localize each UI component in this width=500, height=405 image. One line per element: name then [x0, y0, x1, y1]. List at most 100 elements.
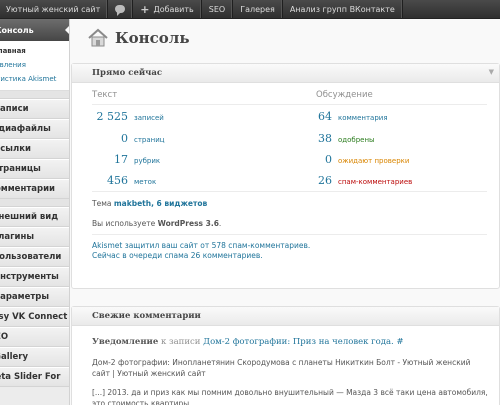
content-row-tags[interactable]: 456 меток	[92, 174, 156, 187]
menu-tools-label: Инструменты	[0, 272, 59, 282]
gallery-label: Галерея	[240, 4, 275, 14]
dashboard-submenu: Главная Обновления Статистика Akismet	[0, 41, 69, 91]
collapse-arrow-icon[interactable]: ▼	[489, 68, 494, 76]
discussion-row-comments[interactable]: 64 комментария	[292, 110, 388, 123]
tags-label[interactable]: меток	[134, 178, 156, 186]
menu-links-label: Ссылки	[0, 144, 31, 154]
divider	[92, 104, 487, 105]
content-row-posts[interactable]: 2 525 записей	[92, 110, 164, 123]
menu-users[interactable]: Пользователи	[0, 247, 69, 267]
menu-dashboard[interactable]: Консоль	[0, 19, 69, 41]
menu-comments[interactable]: Комментарии	[0, 179, 69, 199]
menu-seo[interactable]: SEO	[0, 327, 69, 347]
pending-count[interactable]: 0	[292, 153, 332, 166]
discussion-row-pending[interactable]: 0 ожидают проверки	[292, 153, 409, 166]
menu-appearance[interactable]: Внешний вид	[0, 207, 69, 227]
menu-tools[interactable]: Инструменты	[0, 267, 69, 287]
recent-comments-header[interactable]: Свежие комментарии	[72, 307, 499, 326]
posts-label[interactable]: записей	[134, 114, 164, 122]
posts-count[interactable]: 2 525	[92, 110, 129, 123]
menu-media[interactable]: Медиафайлы	[0, 119, 69, 139]
adminbar-add-new[interactable]: + Добавить	[133, 0, 202, 18]
theme-widgets-link[interactable]: , 6 виджетов	[151, 199, 207, 208]
adminbar-comments[interactable]	[108, 0, 134, 18]
version-suffix: .	[218, 219, 222, 228]
admin-bar: Уютный женский сайт + Добавить SEO Галер…	[0, 0, 500, 19]
akismet-info: Akismet защитил ваш сайт от 578 спам-ком…	[92, 241, 310, 261]
menu-easy-vk-connect[interactable]: Easy VK Connect	[0, 307, 69, 327]
wordpress-version: WordPress 3.6	[157, 219, 219, 228]
spam-count[interactable]: 26	[292, 174, 332, 187]
adminbar-vk-analysis[interactable]: Анализ групп ВКонтакте	[283, 0, 403, 18]
comment-type: Уведомление	[92, 337, 159, 347]
spam-label[interactable]: спам-комментариев	[338, 178, 412, 186]
menu-seo-label: SEO	[0, 332, 9, 342]
submenu-updates[interactable]: Обновления	[0, 58, 69, 72]
recent-comments-widget: Свежие комментарии Уведомление к записи …	[71, 306, 500, 405]
pending-label[interactable]: ожидают проверки	[338, 157, 409, 165]
menu-links[interactable]: Ссылки	[0, 139, 69, 159]
menu-settings[interactable]: Параметры	[0, 287, 69, 307]
tags-count[interactable]: 456	[92, 174, 128, 187]
menu-settings-label: Параметры	[0, 292, 50, 302]
discussion-row-spam[interactable]: 26 спам-комментариев	[292, 174, 412, 187]
admin-sidebar: Консоль Главная Обновления Статистика Ak…	[0, 19, 70, 405]
submenu-home[interactable]: Главная	[0, 44, 69, 58]
menu-pages-label: Страницы	[0, 164, 41, 174]
comment-post-link[interactable]: Дом-2 фотографии: Приз на человек года. …	[203, 337, 403, 347]
theme-info: Тема makbeth, 6 виджетов	[92, 199, 207, 208]
menu-appearance-label: Внешний вид	[0, 212, 59, 222]
menu-gallery-label: Gallery	[0, 352, 29, 362]
version-info: Вы используете WordPress 3.6.	[92, 219, 221, 228]
version-prefix: Вы используете	[92, 219, 158, 228]
right-now-title: Прямо сейчас	[92, 68, 163, 78]
adminbar-seo[interactable]: SEO	[202, 0, 234, 18]
divider	[92, 191, 487, 192]
menu-plugins[interactable]: Плагины	[0, 227, 69, 247]
page-title: Консоль	[115, 29, 190, 47]
submenu-akismet-stats[interactable]: Статистика Akismet	[0, 72, 69, 86]
adminbar-site-name[interactable]: Уютный женский сайт	[0, 0, 109, 18]
approved-count[interactable]: 38	[292, 132, 332, 145]
plus-icon: +	[140, 2, 150, 16]
right-now-widget: Прямо сейчас ▼ Текст Обсуждение 2 525 за…	[71, 63, 500, 289]
pages-count[interactable]: 0	[92, 132, 128, 145]
theme-name-link[interactable]: makbeth	[114, 199, 151, 208]
menu-posts-label: Записи	[0, 104, 29, 114]
categories-label[interactable]: рубрик	[134, 157, 160, 165]
menu-comments-label: Комментарии	[0, 184, 55, 194]
discussion-row-approved[interactable]: 38 одобрены	[292, 132, 375, 145]
recent-comments-title: Свежие комментарии	[92, 311, 201, 321]
approved-label[interactable]: одобрены	[338, 136, 375, 144]
menu-meta-slider-label: Meta Slider For	[0, 372, 61, 382]
menu-separator	[0, 91, 69, 99]
comments-label[interactable]: комментария	[338, 114, 388, 122]
add-new-label: Добавить	[153, 4, 194, 14]
menu-easy-vk-connect-label: Easy VK Connect	[0, 312, 68, 322]
pages-label[interactable]: страниц	[134, 136, 165, 144]
theme-prefix: Тема	[92, 199, 114, 208]
content-row-pages[interactable]: 0 страниц	[92, 132, 165, 145]
discussion-heading: Обсуждение	[316, 90, 373, 100]
categories-count[interactable]: 17	[92, 153, 128, 166]
menu-posts[interactable]: Записи	[0, 99, 69, 119]
menu-plugins-label: Плагины	[0, 232, 35, 242]
main-content: Консоль Прямо сейчас ▼ Текст Обсуждение …	[71, 19, 500, 405]
divider	[92, 234, 487, 235]
menu-media-label: Медиафайлы	[0, 124, 51, 134]
menu-separator	[0, 199, 69, 207]
page-header: Консоль	[87, 27, 190, 49]
akismet-queue-text[interactable]: Сейчас в очереди спама 26 комментариев.	[92, 251, 310, 261]
menu-meta-slider[interactable]: Meta Slider For	[0, 367, 69, 387]
adminbar-gallery[interactable]: Галерея	[233, 0, 283, 18]
right-now-header[interactable]: Прямо сейчас	[72, 64, 499, 83]
comment-excerpt: [...] 2013. да и приз как мы помним дово…	[92, 388, 488, 405]
comments-count[interactable]: 64	[292, 110, 332, 123]
menu-dashboard-label: Консоль	[0, 25, 34, 35]
akismet-blocked-text[interactable]: Akismet защитил ваш сайт от 578 спам-ком…	[92, 241, 310, 251]
seo-label: SEO	[208, 4, 226, 14]
content-row-categories[interactable]: 17 рубрик	[92, 153, 160, 166]
menu-gallery[interactable]: Gallery	[0, 347, 69, 367]
comment-excerpt: Дом-2 фотографии: Инопланетянин Скородум…	[92, 358, 471, 378]
menu-pages[interactable]: Страницы	[0, 159, 69, 179]
